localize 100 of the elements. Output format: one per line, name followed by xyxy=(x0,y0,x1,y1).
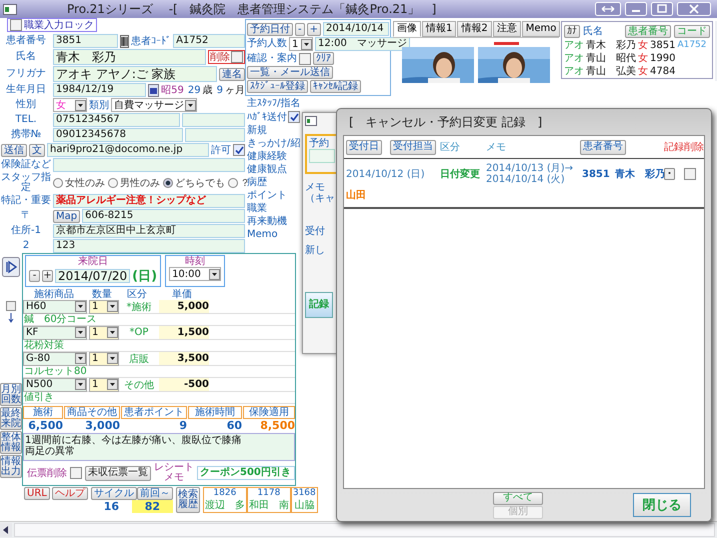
patient-row[interactable]: アオ 青山 昭代 女 1990 xyxy=(564,52,710,64)
input-field[interactable]: 1984/12/19 xyxy=(53,83,146,97)
input-field[interactable]: 2014/10/14 xyxy=(323,22,389,36)
input-field[interactable]: 青木 彩乃 xyxy=(53,49,206,65)
link-button[interactable]: URL xyxy=(24,487,50,500)
column-header-button[interactable]: 受付日 xyxy=(346,140,382,154)
last-visit-button[interactable]: 前回～ xyxy=(136,487,173,500)
step-button[interactable]: - xyxy=(29,270,40,282)
action-button[interactable]: ｷｬﾝｾﾙ記録 xyxy=(310,80,361,93)
input-field[interactable]: hari9pro21@docomo.ne.jp xyxy=(47,143,209,157)
column-header: 氏名 xyxy=(583,24,603,38)
recent-patient[interactable]: 1826 渡辺 多 xyxy=(202,487,247,513)
input-field[interactable]: 12:00 マッサージ xyxy=(315,37,410,51)
field-label: 時刻 xyxy=(185,256,206,267)
patient-row[interactable]: アオ 青木 彩乃 女 3851 A1752 xyxy=(564,39,710,51)
patient-number: 4784 xyxy=(650,66,676,76)
column-header-button[interactable]: 患者番号 xyxy=(580,140,626,154)
patient-number: 3851 xyxy=(582,168,610,180)
column-header: メモ xyxy=(486,141,507,154)
tab[interactable]: Memo xyxy=(522,21,560,37)
input-field[interactable]: 09012345678 xyxy=(53,128,183,142)
dropdown[interactable]: N500 xyxy=(23,378,87,392)
side-tab[interactable]: 整体情報 xyxy=(0,431,22,454)
action-button[interactable]: 送信 xyxy=(1,144,27,156)
input-field[interactable]: 123 xyxy=(53,239,245,253)
dropdown[interactable]: H60 xyxy=(23,300,87,314)
input-field[interactable]: 薬品アレルギー注意！シップなど xyxy=(53,194,245,208)
memo-field[interactable]: 1週間前に右膝、今は左膝が痛い、腹臥位で膝痛 両足の異常 xyxy=(23,433,295,461)
tab[interactable]: 情報2 xyxy=(457,21,492,37)
change-type-text: 日付変更 xyxy=(440,167,481,181)
column-header: 区分 xyxy=(440,141,461,154)
action-button[interactable]: - xyxy=(295,22,305,36)
checkbox-label: 職業入力ロック xyxy=(24,18,94,32)
input-field[interactable]: 0751234567 xyxy=(53,113,180,127)
patient-row[interactable]: アオ 青山 弘美 女 4784 xyxy=(564,65,710,77)
checkbox-label: 許可 xyxy=(211,144,231,157)
action-button[interactable]: 予約日付 xyxy=(247,22,293,36)
field-label: 特記・重要 xyxy=(1,196,51,206)
input-field[interactable]: A1752 xyxy=(173,34,245,48)
category-text: *施術 xyxy=(126,300,152,314)
side-tab[interactable]: 情報出力 xyxy=(0,455,22,478)
field-label: フリガナ xyxy=(5,69,47,79)
date-text: 2014/10/12 (日) xyxy=(346,168,426,181)
patient-name: 和田 南 xyxy=(248,498,289,512)
gender-text: 女 xyxy=(638,39,648,52)
field-label: 職業 xyxy=(247,203,267,214)
field-label: 来院日 xyxy=(78,256,108,267)
column-header-button[interactable]: 受付担当 xyxy=(390,140,436,154)
dropdown[interactable]: 1 xyxy=(89,352,119,366)
link-button[interactable]: ヘルプ xyxy=(52,487,88,500)
patient-code: A1752 xyxy=(677,40,707,50)
field-label: 患者番号 xyxy=(5,36,47,46)
dropdown[interactable]: G-80 xyxy=(23,352,87,366)
input-field[interactable]: 606-8215 xyxy=(82,209,245,223)
patient-number: 1178 xyxy=(257,488,280,498)
recent-patient[interactable]: 1178 和田 南 xyxy=(246,487,291,513)
dropdown[interactable]: 女 xyxy=(53,98,87,112)
side-tab[interactable]: 最終来院 xyxy=(0,407,22,430)
cycle-button[interactable]: サイクル xyxy=(90,487,137,500)
action-button[interactable]: + xyxy=(306,22,321,36)
action-button[interactable]: ｽｹｼﾞｭｰﾙ登録 xyxy=(247,80,308,93)
kana-text: アオ xyxy=(564,52,584,65)
field-label: （キャ xyxy=(305,193,336,204)
dropdown[interactable]: KF xyxy=(23,326,87,340)
action-button[interactable]: 連名 xyxy=(219,68,245,80)
tab[interactable]: 注意 xyxy=(492,21,521,37)
patient-number: 3168 xyxy=(292,488,316,498)
delete-toggle[interactable]: 削除 xyxy=(208,50,245,64)
tab[interactable]: 画像 xyxy=(393,21,421,37)
total-value: 60 xyxy=(226,419,242,432)
field-label: 氏名 xyxy=(15,52,37,62)
dropdown[interactable]: 1 xyxy=(89,326,119,340)
dropdown[interactable]: 自費マッサージ xyxy=(111,98,197,112)
dropdown[interactable]: 1 xyxy=(289,37,313,51)
field-label: 新規 xyxy=(247,125,267,136)
patient-name: 渡辺 多 xyxy=(204,498,245,512)
action-button[interactable]: 文 xyxy=(29,144,45,156)
dropdown[interactable]: 1 xyxy=(89,300,119,314)
kana-button[interactable]: ｶﾅ xyxy=(564,24,580,38)
recent-patient[interactable]: 3168 山脇 xyxy=(290,487,318,513)
side-tab[interactable]: 月別回数 xyxy=(0,383,22,406)
history-button[interactable]: 検索履歴 xyxy=(176,487,200,513)
category-text: *OP xyxy=(128,327,150,338)
action-button[interactable]: 一覧・メール送信 xyxy=(247,66,333,79)
step-button[interactable]: + xyxy=(42,270,53,282)
tab[interactable]: 情報1 xyxy=(422,21,456,37)
date-field[interactable]: 2014/07/20 xyxy=(55,269,130,283)
field-label: メモ xyxy=(305,182,326,193)
patient-number: 3851 xyxy=(650,40,676,50)
input-field[interactable]: 京都市左京区田中上玄京町 xyxy=(53,224,245,238)
lock-toggle[interactable]: 職業入力ロック xyxy=(7,18,97,32)
cycle-value: 16 xyxy=(102,500,120,513)
unpaid-list-button[interactable]: 未収伝票一覧 xyxy=(85,466,151,480)
total-value: 3,000 xyxy=(84,419,120,432)
dropdown[interactable]: 10:00 xyxy=(169,267,222,281)
action-button[interactable]: ｸﾘｱ xyxy=(313,52,334,65)
input-field[interactable]: アオキ アヤノ:ご 家族 xyxy=(53,66,217,82)
input-field[interactable]: 3851 xyxy=(53,34,118,48)
action-button[interactable]: Map xyxy=(53,210,80,222)
dropdown[interactable]: 1 xyxy=(89,378,119,392)
